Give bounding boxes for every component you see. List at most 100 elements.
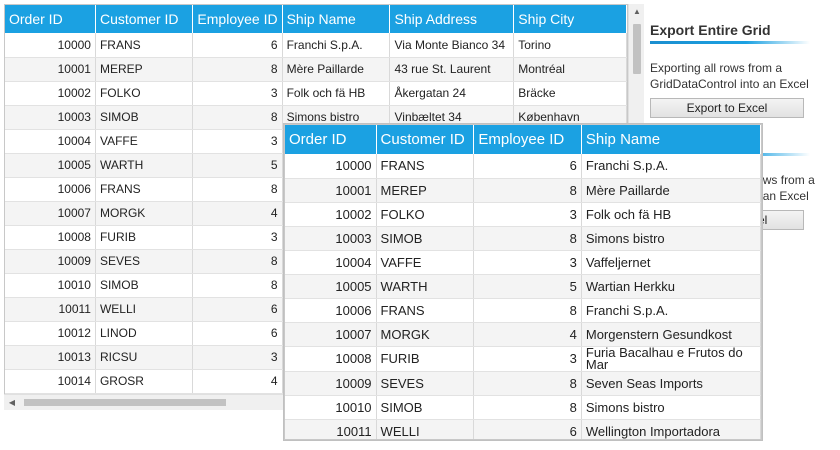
table-cell[interactable]: 10003 [5,105,96,130]
column-header[interactable]: Ship Name [282,5,391,33]
table-cell[interactable]: 10013 [5,345,96,370]
table-cell[interactable]: Morgenstern Gesundkost [581,322,761,347]
table-cell[interactable]: 3 [192,81,283,106]
table-cell[interactable]: 5 [192,153,283,178]
table-cell[interactable]: 10010 [285,395,377,420]
table-row[interactable]: 10006 FRANS 8 Franchi S.p.A. [285,298,761,323]
table-cell[interactable]: Åkergatan 24 [389,81,515,106]
table-cell[interactable]: Montréal [513,57,627,82]
table-cell[interactable]: 3 [473,346,582,372]
table-cell[interactable]: 8 [192,105,283,130]
table-cell[interactable]: Torino [513,33,627,58]
table-cell[interactable]: 10012 [5,321,96,346]
table-cell[interactable]: 10008 [285,346,377,372]
table-cell[interactable]: 4 [473,322,582,347]
table-cell[interactable]: SIMOB [376,395,475,420]
table-cell[interactable]: SEVES [376,371,475,396]
table-cell[interactable]: 6 [192,321,283,346]
table-cell[interactable]: Simons bistro [581,226,761,251]
table-cell[interactable]: 3 [473,250,582,275]
table-cell[interactable]: 8 [473,298,582,323]
table-cell[interactable]: 10004 [5,129,96,154]
table-cell[interactable]: FURIB [95,225,194,250]
table-cell[interactable]: MORGK [95,201,194,226]
table-cell[interactable]: 10010 [5,273,96,298]
table-cell[interactable]: SEVES [95,249,194,274]
table-row[interactable]: 10005 WARTH 5 Wartian Herkku [285,274,761,299]
table-cell[interactable]: 8 [192,249,283,274]
column-header[interactable]: Employee ID [192,5,283,33]
table-cell[interactable]: RICSU [95,345,194,370]
table-cell[interactable]: 5 [473,274,582,299]
table-row[interactable]: 10011 WELLI 6 Wellington Importadora [285,419,761,439]
table-cell[interactable]: Furia Bacalhau e Frutos do Mar [581,346,761,372]
table-cell[interactable]: Folk och fä HB [282,81,391,106]
table-row[interactable]: 10002 FOLKO 3 Folk och fä HB [285,202,761,227]
table-cell[interactable]: 10009 [285,371,377,396]
table-cell[interactable]: Bräcke [513,81,627,106]
column-header[interactable]: Ship Address [389,5,515,33]
table-cell[interactable]: 10007 [285,322,377,347]
table-cell[interactable]: 10000 [285,154,377,179]
table-cell[interactable]: GROSR [95,369,194,394]
table-cell[interactable]: Franchi S.p.A. [581,298,761,323]
table-row[interactable]: 10007 MORGK 4 Morgenstern Gesundkost [285,322,761,347]
table-cell[interactable]: 10001 [5,57,96,82]
table-cell[interactable]: 3 [192,345,283,370]
table-cell[interactable]: 8 [473,395,582,420]
table-cell[interactable]: WELLI [376,419,475,439]
horizontal-scroll-thumb[interactable] [24,399,226,406]
export-to-excel-button[interactable]: Export to Excel [650,98,804,118]
table-cell[interactable]: FRANS [95,177,194,202]
table-cell[interactable]: 10011 [5,297,96,322]
table-cell[interactable]: 6 [192,297,283,322]
table-cell[interactable]: 3 [192,225,283,250]
table-cell[interactable]: FURIB [376,346,475,372]
table-cell[interactable]: 8 [192,177,283,202]
table-cell[interactable]: 10004 [285,250,377,275]
table-cell[interactable]: Wellington Importadora [581,419,761,439]
table-cell[interactable]: 10008 [5,225,96,250]
table-row[interactable]: 10009 SEVES 8 Seven Seas Imports [285,371,761,396]
table-cell[interactable]: 10005 [5,153,96,178]
table-cell[interactable]: 3 [192,129,283,154]
table-cell[interactable]: 10002 [5,81,96,106]
table-cell[interactable]: VAFFE [376,250,475,275]
arrow-up-icon[interactable]: ▲ [629,4,645,20]
arrow-left-icon[interactable]: ◀ [4,395,20,411]
table-cell[interactable]: Vaffeljernet [581,250,761,275]
export-preview-grid[interactable]: Order ID Customer ID Employee ID Ship Name … [284,124,762,440]
table-cell[interactable]: FRANS [376,298,475,323]
table-row[interactable]: 10004 VAFFE 3 Vaffeljernet [285,250,761,275]
table-cell[interactable]: 10003 [285,226,377,251]
table-cell[interactable]: Seven Seas Imports [581,371,761,396]
table-cell[interactable]: Folk och fä HB [581,202,761,227]
table-cell[interactable]: MEREP [95,57,194,82]
table-row[interactable]: 10003 SIMOB 8 Simons bistro [285,226,761,251]
column-header[interactable]: Customer ID [95,5,194,33]
table-cell[interactable]: 10006 [5,177,96,202]
table-cell[interactable]: WELLI [95,297,194,322]
table-row[interactable]: 10000 FRANS 6 Franchi S.p.A. [285,154,761,179]
table-cell[interactable]: 4 [192,369,283,394]
column-header[interactable]: Employee ID [473,125,582,154]
table-cell[interactable]: 8 [473,226,582,251]
table-cell[interactable]: 10006 [285,298,377,323]
table-cell[interactable]: SIMOB [376,226,475,251]
table-cell[interactable]: 3 [473,202,582,227]
table-cell[interactable]: MORGK [376,322,475,347]
table-row[interactable]: 10001 MEREP 8 Mère Paillarde 43 rue St. Laur… [5,57,627,82]
table-cell[interactable]: Mère Paillarde [581,178,761,203]
table-row[interactable]: 10002 FOLKO 3 Folk och fä HB Åkergatan 24 Brä… [5,81,627,106]
table-cell[interactable]: 4 [192,201,283,226]
table-cell[interactable]: 8 [192,273,283,298]
table-cell[interactable]: 10011 [285,419,377,439]
table-cell[interactable]: Simons bistro [581,395,761,420]
table-cell[interactable]: 6 [473,419,582,439]
column-header[interactable]: Ship Name [581,125,761,154]
table-cell[interactable]: 10007 [5,201,96,226]
column-header[interactable]: Order ID [285,125,377,154]
table-cell[interactable]: Via Monte Bianco 34 [389,33,515,58]
table-cell[interactable]: WARTH [376,274,475,299]
table-row[interactable]: 10000 FRANS 6 Franchi S.p.A. Via Monte Bianc… [5,33,627,58]
